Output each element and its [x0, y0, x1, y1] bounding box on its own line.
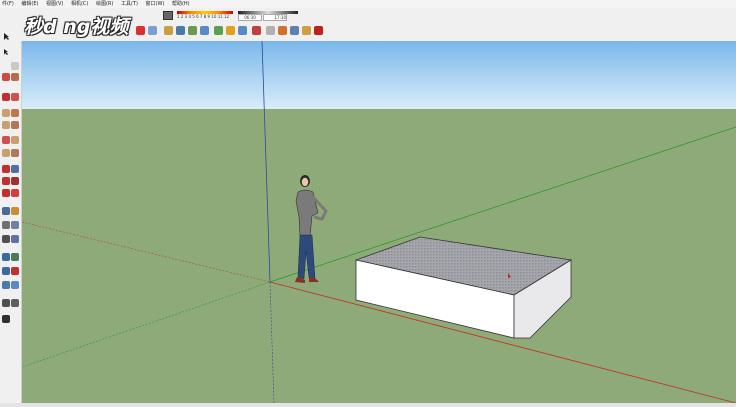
zoom-extents-icon[interactable] [188, 26, 197, 35]
component-icon[interactable] [278, 26, 287, 35]
circle-draw-icon[interactable] [2, 149, 10, 157]
left-toolbar [0, 41, 22, 407]
sandbox-icon[interactable] [266, 26, 275, 35]
walk-tool-icon[interactable] [11, 299, 19, 307]
orbit-icon[interactable] [136, 26, 145, 35]
zoom-window-tool-icon[interactable] [11, 267, 19, 275]
menu-tools[interactable]: 工具(T) [119, 0, 142, 8]
polygon-draw-icon[interactable] [11, 149, 19, 157]
pan-tool-icon[interactable] [11, 253, 19, 261]
menu-file[interactable]: 件(F) [0, 0, 18, 8]
position-camera-tool-icon[interactable] [2, 299, 10, 307]
status-bar [0, 403, 736, 407]
menu-window[interactable]: 窗口(W) [144, 0, 169, 8]
section-plane-icon[interactable] [252, 26, 261, 35]
circle-icon[interactable] [2, 121, 10, 129]
watermark-logo: 秒d ng视频 [24, 16, 129, 38]
protractor-icon[interactable] [2, 221, 10, 229]
shadow-time-end[interactable]: 17:30 [263, 14, 287, 21]
pan-icon[interactable] [148, 26, 157, 35]
follow-me-icon[interactable] [11, 177, 19, 185]
menu-edit[interactable]: 编辑(E) [19, 0, 42, 8]
orbit-tool-icon[interactable] [2, 253, 10, 261]
look-around-icon[interactable] [238, 26, 247, 35]
top-icon-row [136, 26, 326, 36]
sky [22, 41, 736, 109]
arc-icon[interactable] [2, 136, 10, 144]
zoom-tool-icon[interactable] [2, 267, 10, 275]
material-icon[interactable] [290, 26, 299, 35]
component-tool-icon[interactable] [11, 62, 19, 70]
previous-tool-icon[interactable] [11, 281, 19, 289]
text-icon[interactable] [11, 221, 19, 229]
menu-help[interactable]: 帮助(H) [170, 0, 194, 8]
move-icon[interactable] [2, 165, 10, 173]
shadow-months: 1 2 3 4 5 6 7 8 9 10 11 12 [177, 14, 230, 19]
zoom-extents-tool-icon[interactable] [2, 281, 10, 289]
position-camera-icon[interactable] [214, 26, 223, 35]
menu-camera[interactable]: 相机(C) [69, 0, 92, 8]
tape-icon[interactable] [2, 207, 10, 215]
menu-draw[interactable]: 绘图(R) [94, 0, 117, 8]
push-pull-icon[interactable] [11, 165, 19, 173]
rotate-icon[interactable] [2, 177, 10, 185]
zoom-icon[interactable] [164, 26, 173, 35]
previous-view-icon[interactable] [200, 26, 209, 35]
rotated-rect-icon[interactable] [11, 109, 19, 117]
menu-view[interactable]: 视图(V) [44, 0, 67, 8]
offset-icon[interactable] [11, 189, 19, 197]
menu-bar: 件(F) 编辑(E) 视图(V) 相机(C) 绘图(R) 工具(T) 窗口(W)… [0, 0, 736, 8]
ruby-icon[interactable] [314, 26, 323, 35]
shadow-time-start[interactable]: 06:30 [238, 14, 262, 21]
walk-icon[interactable] [226, 26, 235, 35]
style-icon[interactable] [302, 26, 311, 35]
scale-icon[interactable] [2, 189, 10, 197]
dimension-icon[interactable] [11, 207, 19, 215]
axes-icon[interactable] [2, 235, 10, 243]
select-tool-icon[interactable] [2, 41, 10, 55]
model-viewport[interactable] [22, 41, 736, 403]
paint-icon[interactable] [11, 73, 19, 81]
3d-text-icon[interactable] [11, 235, 19, 243]
zoom-window-icon[interactable] [176, 26, 185, 35]
polygon-icon[interactable] [11, 121, 19, 129]
freehand-icon[interactable] [11, 93, 19, 101]
select-icon[interactable] [2, 26, 11, 40]
pie-icon[interactable] [11, 136, 19, 144]
shadow-toggle-icon[interactable] [163, 11, 173, 20]
line-icon[interactable] [2, 93, 10, 101]
look-around-tool-icon[interactable] [2, 315, 10, 323]
rect-icon[interactable] [2, 109, 10, 117]
eraser-icon[interactable] [2, 73, 10, 81]
